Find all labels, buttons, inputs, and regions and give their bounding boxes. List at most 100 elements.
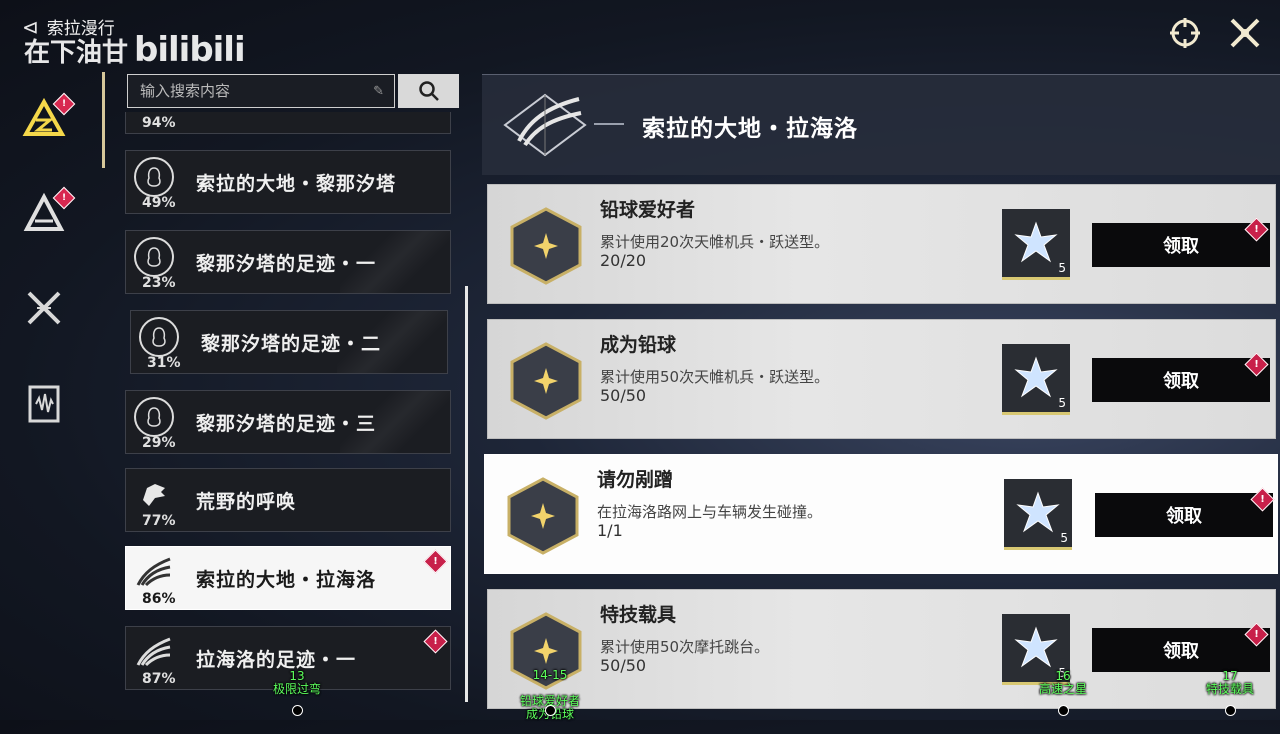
region-logo-icon (490, 83, 600, 167)
timeline-label: 高速之星 (1038, 682, 1087, 696)
star-crystal-icon (1014, 221, 1058, 263)
reward-quantity: 5 (1058, 396, 1066, 410)
achievement-progress: 1/1 (597, 521, 623, 540)
achievement-desc: 累计使用50次天帷机兵・跃送型。 (600, 368, 830, 386)
close-icon[interactable] (1228, 16, 1262, 50)
category-progress: 49% (142, 195, 176, 211)
timeline-dot[interactable] (545, 705, 556, 716)
claim-button[interactable]: 领取 (1092, 223, 1270, 267)
star-crystal-icon (1016, 491, 1060, 533)
card-decoration (340, 391, 450, 453)
claim-button[interactable]: 领取 (1092, 628, 1270, 672)
search-icon (418, 81, 439, 101)
category-progress: 77% (142, 513, 176, 529)
goddess-icon (139, 317, 179, 357)
audio-book-icon (28, 385, 60, 423)
timeline-dot[interactable] (1058, 705, 1069, 716)
timeline-marker: 13 极限过弯 (262, 670, 332, 696)
wing-emblem-icon (136, 637, 171, 667)
alert-badge: ! (423, 549, 448, 574)
search-box[interactable]: ✎ (127, 74, 395, 108)
category-name: 拉海洛的足迹・一 (196, 648, 357, 671)
reward-quantity: 5 (1060, 531, 1068, 545)
alert-badge: ! (423, 629, 448, 654)
category-list: 94% 49% 索拉的大地・黎那汐塔 23% 黎那汐塔的足迹・一 31% 黎那汐… (125, 112, 455, 702)
crossed-blades-icon (27, 291, 61, 325)
category-progress: 86% (142, 591, 176, 607)
claim-button[interactable]: 领取 (1095, 493, 1273, 537)
top-right-controls (1168, 16, 1262, 50)
achievement-progress: 50/50 (600, 656, 647, 675)
wing-emblem-icon (136, 557, 171, 587)
category-scrollbar[interactable] (465, 286, 468, 702)
category-item[interactable]: 23% 黎那汐塔的足迹・一 (125, 230, 451, 294)
region-title: 索拉的大地・拉海洛 (642, 116, 858, 142)
achievement-progress: 20/20 (600, 251, 647, 270)
achievement-card: 铅球爱好者 累计使用20次天帷机兵・跃送型。 20/20 5 领取 ! (487, 184, 1276, 304)
category-progress: 87% (142, 671, 176, 687)
achievement-card: 成为铅球 累计使用50次天帷机兵・跃送型。 50/50 5 领取 ! (487, 319, 1276, 439)
category-progress: 23% (142, 275, 176, 291)
category-name: 索拉的大地・黎那汐塔 (196, 172, 397, 195)
category-item-active[interactable]: 86% 索拉的大地・拉海洛 ! (125, 546, 451, 610)
category-item[interactable]: 94% (125, 112, 451, 134)
achievement-desc: 在拉海洛路网上与车辆发生碰撞。 (597, 503, 823, 521)
achievement-card: 特技载具 累计使用50次摩托跳台。 50/50 5 领取 ! (487, 589, 1276, 709)
timeline-dot[interactable] (292, 705, 303, 716)
claim-button[interactable]: 领取 (1092, 358, 1270, 402)
category-name: 荒野的呼唤 (196, 490, 297, 513)
goddess-icon (134, 397, 174, 437)
rail-item-blades[interactable] (20, 284, 68, 332)
video-watermark: 在下油甘 bilibili (24, 30, 246, 70)
reward-quantity: 5 (1058, 261, 1066, 275)
category-item[interactable]: 31% 黎那汐塔的足迹・二 (130, 310, 448, 374)
achievement-medal-icon (510, 342, 582, 420)
achievement-title: 请勿剐蹭 (597, 469, 674, 491)
category-progress: 29% (142, 435, 176, 451)
rail-item-mountain[interactable]: ! (20, 186, 76, 236)
search-button[interactable] (398, 74, 459, 108)
reward-item[interactable]: 5 (1002, 209, 1070, 280)
timeline-dot[interactable] (1225, 705, 1236, 716)
watermark-text: 在下油甘 (24, 38, 129, 68)
header-connector (594, 123, 624, 125)
card-decoration (340, 231, 450, 293)
achievement-medal-icon (510, 207, 582, 285)
category-item[interactable]: 29% 黎那汐塔的足迹・三 (125, 390, 451, 454)
achievement-card-selected: 请勿剐蹭 在拉海洛路网上与车辆发生碰撞。 1/1 5 领取 ! (484, 454, 1278, 574)
goddess-icon (134, 157, 174, 197)
achievement-desc: 累计使用20次天帷机兵・跃送型。 (600, 233, 830, 251)
card-decoration (337, 311, 447, 373)
category-name: 索拉的大地・拉海洛 (196, 568, 377, 591)
achievement-progress: 50/50 (600, 386, 647, 405)
category-item[interactable]: 49% 索拉的大地・黎那汐塔 (125, 150, 451, 214)
achievement-medal-icon (507, 477, 579, 555)
region-header: 索拉的大地・拉海洛 (482, 74, 1280, 175)
rail-item-emblem[interactable]: ! (20, 92, 76, 142)
achievement-title: 铅球爱好者 (600, 199, 696, 221)
star-crystal-icon (1014, 626, 1058, 668)
edit-icon: ✎ (373, 83, 384, 99)
bilibili-logo: bilibili (134, 30, 246, 70)
reward-item[interactable]: 5 (1004, 479, 1072, 550)
timeline-marker: 17 特技载具 (1196, 670, 1264, 696)
rail-active-indicator (102, 72, 105, 168)
reward-item[interactable]: 5 (1002, 344, 1070, 415)
category-progress: 94% (142, 115, 176, 131)
star-crystal-icon (1014, 356, 1058, 398)
category-progress: 31% (147, 355, 181, 371)
rail-item-audio[interactable] (20, 380, 68, 428)
search-input[interactable] (138, 81, 362, 101)
target-icon[interactable] (1168, 16, 1202, 50)
timeline-marker: 14-15 铅球爱好者 成为铅球 (508, 656, 592, 734)
timeline-label: 极限过弯 (272, 682, 321, 696)
bird-icon (143, 484, 165, 506)
timeline-label: 特技载具 (1205, 682, 1254, 696)
goddess-icon (134, 237, 174, 277)
category-item[interactable]: 77% 荒野的呼唤 (125, 468, 451, 532)
achievement-desc: 累计使用50次摩托跳台。 (600, 638, 770, 656)
timeline-marker: 16 高速之星 (1030, 670, 1096, 696)
achievement-title: 特技载具 (600, 604, 677, 626)
achievement-title: 成为铅球 (600, 334, 677, 356)
timeline-number: 14-15 (532, 668, 568, 682)
